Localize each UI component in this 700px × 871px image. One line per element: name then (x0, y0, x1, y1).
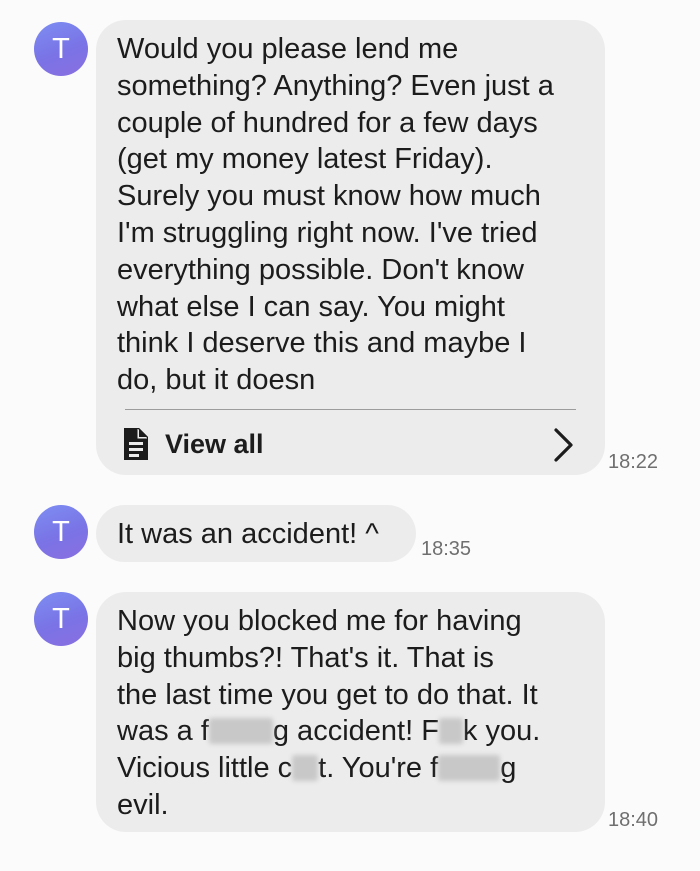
message-line: (get my money latest Friday). (117, 143, 493, 176)
message-line: Surely you must know how much (117, 180, 541, 213)
message-text: Now you blocked me for having big thumbs… (117, 603, 540, 824)
avatar-initial: T (52, 603, 70, 635)
message-text-segment: t. You're f (318, 752, 439, 785)
avatar-initial: T (52, 33, 70, 65)
sender-avatar[interactable]: T (34, 592, 88, 646)
document-icon (124, 428, 148, 460)
sender-avatar[interactable]: T (34, 22, 88, 76)
censored-word-blur (438, 718, 463, 745)
message-timestamp: 18:40 (608, 809, 659, 831)
message-line: Now you blocked me for having (117, 605, 522, 637)
message-text-segment: k you. (462, 715, 541, 748)
message-line: do, but it doesn (117, 364, 316, 397)
message-line: It was an accident! ^ (117, 518, 379, 550)
view-all-label: View all (165, 429, 264, 459)
sender-avatar[interactable]: T (34, 505, 88, 559)
message-text-segment: g accident! F (272, 715, 439, 748)
message-timestamp: 18:35 (421, 538, 472, 560)
avatar-initial: T (52, 516, 70, 548)
message-line: the last time you get to do that. It (117, 678, 538, 711)
censored-word-blur (438, 755, 501, 782)
chevron-right-icon (554, 428, 573, 462)
censored-word-blur (292, 755, 319, 782)
message-line: was a f g accident! F k you. (117, 713, 540, 750)
message-line: everything possible. Don't know (117, 253, 524, 286)
message-text: Would you please lend me something? Anyt… (117, 31, 554, 399)
message-text-segment: Vicious little c (117, 752, 293, 785)
message-line: big thumbs?! That's it. That is (117, 641, 494, 674)
message-line: I'm struggling right now. I've tried (117, 216, 538, 249)
message-line: couple of hundred for a few days (117, 106, 538, 139)
message-text-segment: g (500, 752, 517, 785)
view-all-button[interactable]: View all (117, 420, 587, 470)
message-line: think I deserve this and maybe I (117, 327, 527, 360)
message-timestamp: 18:22 (608, 451, 659, 473)
message-line: what else I can say. You might (117, 290, 505, 323)
message-line: Would you please lend me (117, 33, 459, 65)
message-text: It was an accident! ^ (117, 516, 379, 553)
message-line: something? Anything? Even just a (117, 69, 554, 102)
message-divider (125, 409, 576, 410)
message-text-segment: was a f (117, 715, 209, 748)
message-line: evil. (117, 788, 169, 821)
censored-word-blur (208, 718, 273, 745)
message-line: Vicious little c t. You're f g (117, 750, 540, 787)
